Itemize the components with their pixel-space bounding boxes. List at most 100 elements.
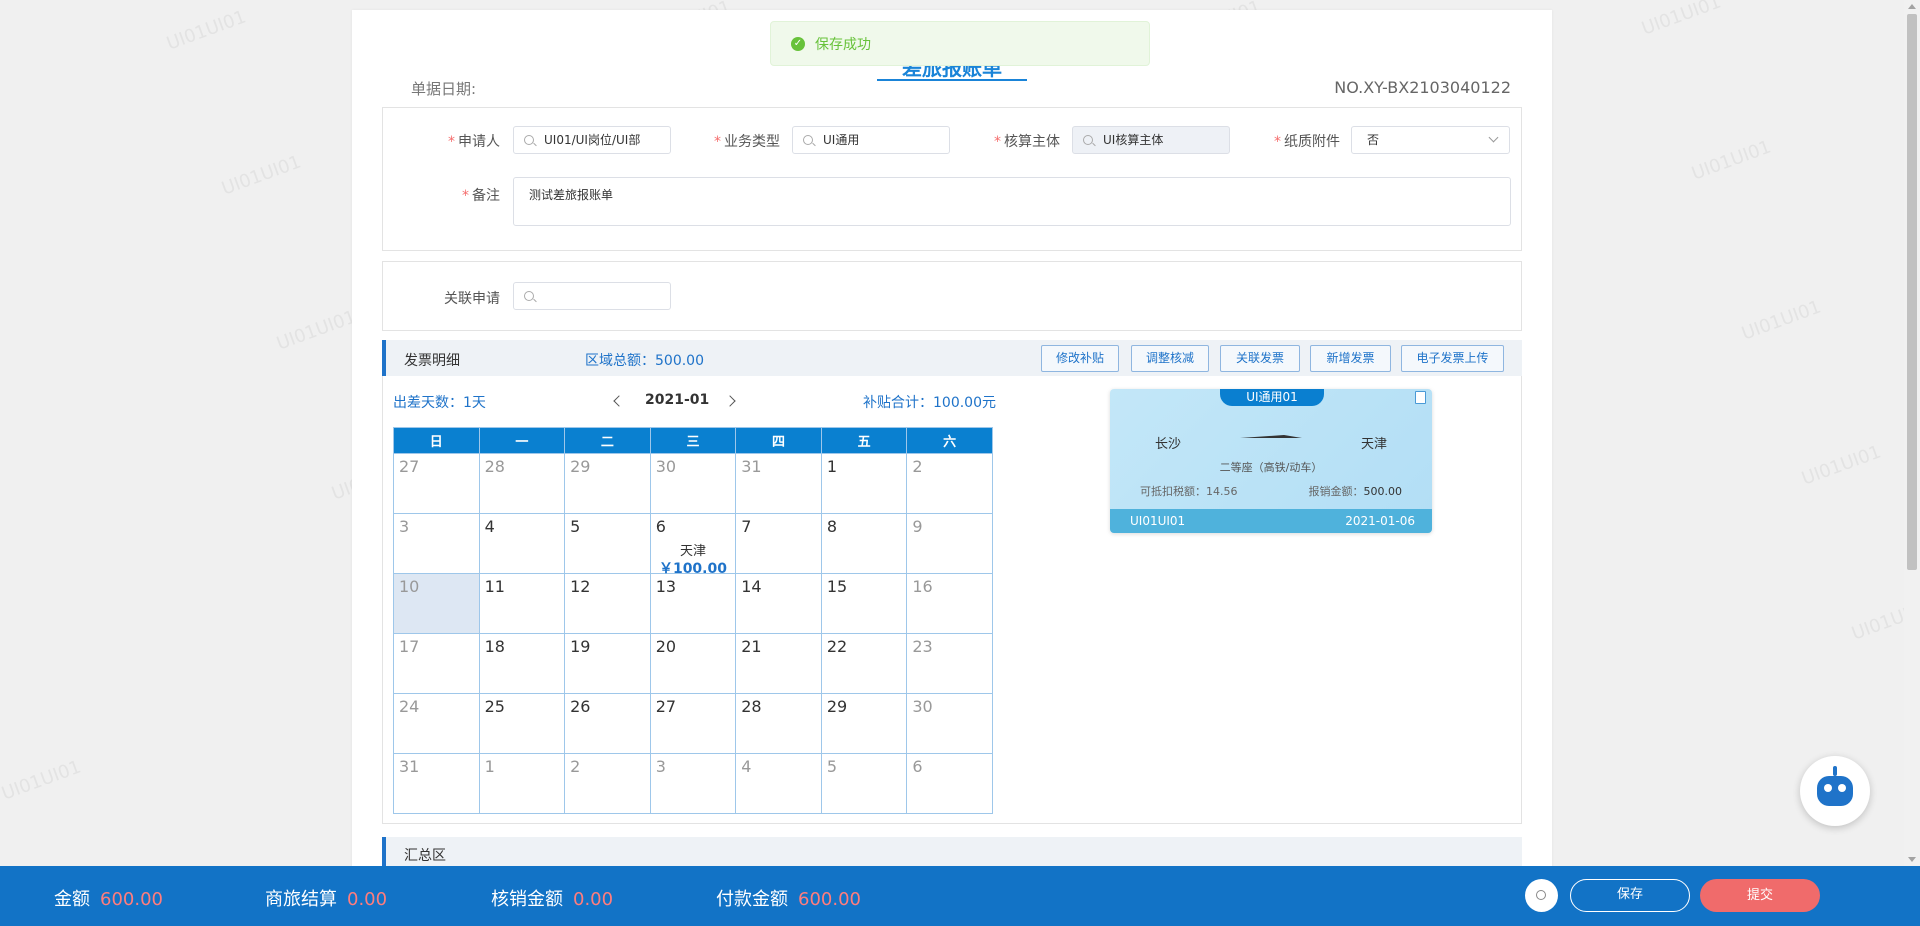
remark-textarea[interactable]: 测试差旅报账单 xyxy=(513,177,1511,226)
calendar-day[interactable]: 20 xyxy=(649,633,737,694)
travel-settlement: 商旅结算 0.00 xyxy=(265,889,388,910)
bottom-action-bar: 金额 600.00 商旅结算 0.00 核销金额 0.00 付款金额 600.00 保存… xyxy=(0,866,1920,926)
calendar-day[interactable]: 2 xyxy=(906,453,993,514)
biz-type-input[interactable]: UI通用 xyxy=(792,126,950,154)
applicant-label: * 申请人 xyxy=(448,134,500,150)
weekday-header: 三 xyxy=(649,427,737,454)
invoice-ticket-card[interactable]: UI通用01 长沙 天津 二等座（高铁/动车） 可抵扣税额：14.56 报销金额… xyxy=(1110,389,1432,533)
calendar-day[interactable]: 6 xyxy=(906,753,993,814)
search-icon xyxy=(1083,135,1093,145)
day-number: 28 xyxy=(484,457,505,476)
day-number: 20 xyxy=(655,637,677,656)
day-number: 6 xyxy=(655,517,666,536)
day-number: 1 xyxy=(484,757,495,776)
calendar-day[interactable]: 8 xyxy=(820,513,908,574)
day-number: 21 xyxy=(741,637,762,656)
calendar-day[interactable]: 3 xyxy=(393,513,480,574)
weekday-header: 六 xyxy=(906,427,993,454)
calendar-day[interactable]: 5 xyxy=(820,753,908,814)
calendar-day[interactable]: 13 xyxy=(649,573,737,634)
biz-type-label: * 业务类型 xyxy=(714,134,780,150)
summary-title: 汇总区 xyxy=(404,848,446,864)
trash-icon[interactable] xyxy=(1415,391,1426,404)
calendar-day[interactable]: 7 xyxy=(735,513,822,574)
calendar-day[interactable]: 4 xyxy=(478,513,566,574)
day-number: 25 xyxy=(484,697,505,716)
adjust-deduction-button[interactable]: 调整核减 xyxy=(1131,345,1209,372)
ticket-footer: UI01UI01 2021-01-06 xyxy=(1110,509,1432,533)
calendar-day[interactable]: 12 xyxy=(564,573,651,634)
calendar-day[interactable]: 1 xyxy=(820,453,908,514)
day-number: 26 xyxy=(570,697,591,716)
link-invoice-button[interactable]: 关联发票 xyxy=(1220,345,1300,372)
calendar-day[interactable]: 1 xyxy=(478,753,566,814)
calendar-day[interactable]: 28 xyxy=(735,693,822,754)
calendar-day[interactable]: 26 xyxy=(564,693,651,754)
search-button[interactable] xyxy=(1525,879,1558,912)
calendar-day[interactable]: 9 xyxy=(906,513,993,574)
calendar-day[interactable]: 27 xyxy=(393,453,480,514)
related-request-input[interactable] xyxy=(513,282,671,310)
calendar-day[interactable]: 19 xyxy=(564,633,651,694)
watermark-text: UI01UI01 xyxy=(1738,296,1824,345)
calendar-day[interactable]: 5 xyxy=(564,513,651,574)
trip-days: 出差天数：1天 xyxy=(393,395,486,411)
day-number: 24 xyxy=(399,697,420,716)
calendar-day[interactable]: 30 xyxy=(649,453,737,514)
day-number: 8 xyxy=(826,517,837,536)
calendar-day[interactable]: 24 xyxy=(393,693,480,754)
success-toast: ✓ 保存成功 xyxy=(770,21,1150,66)
calendar-day[interactable]: 22 xyxy=(820,633,908,694)
calendar-day[interactable]: 30 xyxy=(906,693,993,754)
calendar-day[interactable]: 15 xyxy=(820,573,908,634)
assistant-robot-button[interactable] xyxy=(1800,756,1870,826)
search-icon xyxy=(524,135,534,145)
calendar-day[interactable]: 10 xyxy=(393,573,480,634)
scroll-up-icon[interactable] xyxy=(1908,4,1916,9)
summary-section-header: 汇总区 xyxy=(382,837,1522,867)
calendar-day[interactable]: 18 xyxy=(478,633,566,694)
watermark-text: UI01UI01 xyxy=(273,306,359,355)
add-invoice-button[interactable]: 新增发票 xyxy=(1310,345,1391,372)
calendar-day[interactable]: 2 xyxy=(564,753,651,814)
calendar-day[interactable]: 31 xyxy=(393,753,480,814)
page-scrollbar[interactable] xyxy=(1904,0,1920,866)
day-number: 5 xyxy=(570,517,581,536)
calendar-day[interactable]: 17 xyxy=(393,633,480,694)
day-number: 30 xyxy=(912,697,933,716)
accounting-entity-input[interactable]: UI核算主体 xyxy=(1072,126,1230,154)
calendar-day[interactable]: 28 xyxy=(478,453,566,514)
calendar-day[interactable]: 29 xyxy=(820,693,908,754)
invoice-section-header: 发票明细 区域总额：500.00 修改补贴 调整核减 关联发票 新增发票 电子发… xyxy=(382,340,1522,376)
modify-subsidy-button[interactable]: 修改补贴 xyxy=(1041,345,1119,372)
robot-icon xyxy=(1817,776,1853,806)
e-invoice-upload-button[interactable]: 电子发票上传 xyxy=(1401,345,1504,372)
calendar-day[interactable]: 21 xyxy=(735,633,822,694)
calendar-day[interactable]: 14 xyxy=(735,573,822,634)
scroll-down-icon[interactable] xyxy=(1908,857,1916,862)
calendar-day[interactable]: 23 xyxy=(906,633,993,694)
day-number: 1 xyxy=(826,457,837,476)
calendar-day[interactable]: 4 xyxy=(735,753,822,814)
paper-attachment-select[interactable]: 否 xyxy=(1351,126,1510,154)
day-number: 23 xyxy=(912,637,933,656)
calendar-day[interactable]: 3 xyxy=(649,753,737,814)
calendar-day[interactable]: 11 xyxy=(478,573,566,634)
calendar-day[interactable]: 6 天津 ￥100.00 xyxy=(649,513,737,577)
save-button[interactable]: 保存 xyxy=(1570,879,1690,912)
calendar-day[interactable]: 31 xyxy=(735,453,822,514)
day-number: 27 xyxy=(399,457,420,476)
submit-button[interactable]: 提交 xyxy=(1700,879,1820,912)
day-number: 15 xyxy=(826,577,848,596)
day-number: 29 xyxy=(826,697,848,716)
calendar-day[interactable]: 27 xyxy=(649,693,737,754)
check-circle-icon: ✓ xyxy=(791,36,805,51)
calendar-day[interactable]: 16 xyxy=(906,573,993,634)
day-number: 31 xyxy=(399,757,420,776)
scroll-thumb[interactable] xyxy=(1907,14,1917,570)
calendar-day[interactable]: 29 xyxy=(564,453,651,514)
day-number: 16 xyxy=(912,577,933,596)
applicant-input[interactable]: UI01/UI岗位/UI部 xyxy=(513,126,671,154)
calendar-day[interactable]: 25 xyxy=(478,693,566,754)
day-number: 6 xyxy=(912,757,923,776)
